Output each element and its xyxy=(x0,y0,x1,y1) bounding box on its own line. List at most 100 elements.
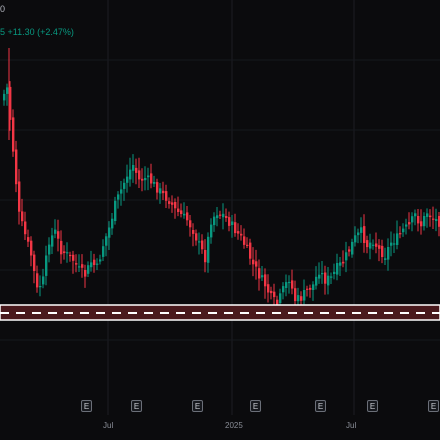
candle-body xyxy=(105,236,108,246)
candle-body xyxy=(363,226,366,243)
candle-body xyxy=(81,264,84,268)
candle-body xyxy=(267,284,270,293)
candle-body xyxy=(12,117,15,152)
time-axis-tick: 2025 xyxy=(225,421,243,430)
candle-body xyxy=(3,93,6,101)
candle-body xyxy=(411,216,414,223)
candle-body xyxy=(195,233,198,241)
candle-body xyxy=(240,233,243,236)
candle-body xyxy=(156,182,159,193)
candle-body xyxy=(213,216,216,226)
price-change-label: 5 +11.30 (+2.47%) xyxy=(0,27,74,37)
candle-body xyxy=(303,290,306,301)
candle-body xyxy=(180,210,183,214)
candle-body xyxy=(423,216,426,227)
candle-body xyxy=(39,286,42,288)
candle-body xyxy=(102,246,105,257)
candle-body xyxy=(282,286,285,293)
candle-body xyxy=(252,259,255,265)
candle-body xyxy=(72,254,75,261)
earnings-marker[interactable]: E xyxy=(131,400,142,412)
candle-body xyxy=(162,190,165,194)
candle-body xyxy=(345,252,348,261)
candle-body xyxy=(336,263,339,275)
candle-body xyxy=(18,181,21,212)
candle-body xyxy=(426,213,429,217)
candle-body xyxy=(117,194,120,200)
candle-body xyxy=(129,169,132,180)
earnings-marker[interactable]: E xyxy=(81,400,92,412)
candle-body xyxy=(75,263,78,265)
candle-body xyxy=(87,265,90,274)
earnings-marker[interactable]: E xyxy=(315,400,326,412)
candle-body xyxy=(36,273,39,288)
candle-body xyxy=(216,215,219,219)
candle-body xyxy=(6,87,9,94)
candle-body xyxy=(279,293,282,304)
candle-body xyxy=(126,176,129,183)
candle-body xyxy=(123,182,126,189)
candle-body xyxy=(174,202,177,209)
candle-body xyxy=(201,240,204,250)
candle-body xyxy=(198,241,201,243)
candle-body xyxy=(210,224,213,238)
candle-body xyxy=(84,270,87,277)
earnings-marker[interactable]: E xyxy=(367,400,378,412)
candle-body xyxy=(141,178,144,181)
candle-body xyxy=(315,276,318,286)
candle-body xyxy=(369,242,372,249)
earnings-marker[interactable]: E xyxy=(250,400,261,412)
candle-body xyxy=(21,211,24,222)
candle-body xyxy=(420,221,423,227)
candle-body xyxy=(312,284,315,290)
candle-body xyxy=(309,287,312,290)
candle-body xyxy=(138,170,141,180)
candle-body xyxy=(258,268,261,279)
candle-body xyxy=(318,274,321,279)
candle-body xyxy=(249,242,252,259)
candle-body xyxy=(342,261,345,264)
candle-body xyxy=(177,208,180,212)
candle-body xyxy=(351,241,354,255)
candle-body xyxy=(297,295,300,302)
candle-body xyxy=(225,216,228,218)
candle-body xyxy=(390,242,393,246)
candle-body xyxy=(222,213,225,218)
time-axis-tick: Jul xyxy=(103,421,114,430)
candle-body xyxy=(300,296,303,301)
candle-body xyxy=(66,252,69,254)
candle-body xyxy=(189,220,192,228)
candle-body xyxy=(111,218,114,229)
candle-body xyxy=(168,201,171,204)
candle-body xyxy=(78,266,81,268)
candlestick-plot[interactable] xyxy=(0,0,440,440)
candle-body xyxy=(114,200,117,221)
candle-body xyxy=(99,259,102,262)
candle-body xyxy=(243,236,246,245)
candle-body xyxy=(402,228,405,233)
candle-body xyxy=(321,273,324,275)
candle-body xyxy=(354,235,357,243)
candle-body xyxy=(204,250,207,263)
candle-body xyxy=(381,245,384,257)
earnings-marker[interactable]: E xyxy=(192,400,203,412)
candle-body xyxy=(33,254,36,271)
candle-body xyxy=(93,259,96,265)
candle-body xyxy=(69,254,72,257)
symbol-header-fragment: 0 xyxy=(0,4,6,14)
candle-body xyxy=(24,221,27,235)
price-chart-area[interactable]: 0 5 +11.30 (+2.47%) E E E E E E E Jul 20… xyxy=(0,0,440,440)
candle-body xyxy=(120,189,123,194)
candle-body xyxy=(393,243,396,245)
candle-body xyxy=(144,178,147,181)
candle-body xyxy=(273,291,276,298)
candle-body xyxy=(387,247,390,260)
candle-body xyxy=(246,244,249,246)
candle-body xyxy=(333,271,336,274)
candle-body xyxy=(186,212,189,221)
candle-body xyxy=(63,251,66,253)
earnings-marker[interactable]: E xyxy=(428,400,439,412)
candle-body xyxy=(147,175,150,178)
candle-body xyxy=(159,188,162,194)
candle-body xyxy=(60,240,63,255)
